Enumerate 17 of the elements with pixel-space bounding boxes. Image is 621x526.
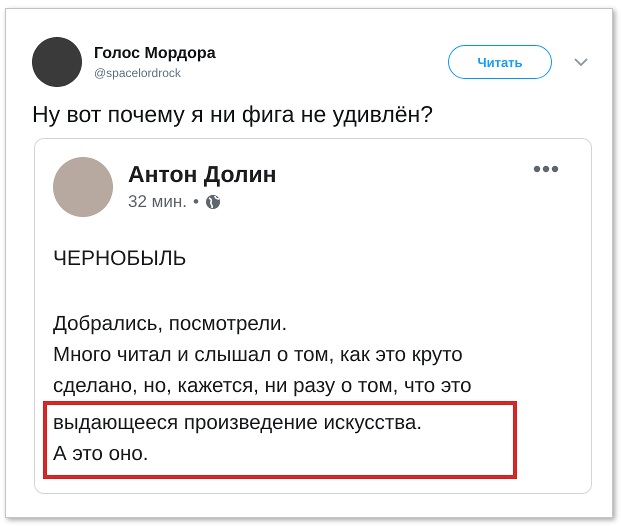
follow-button[interactable]: Читать xyxy=(448,45,552,79)
author-name[interactable]: Голос Мордора xyxy=(94,44,448,62)
separator-dot: • xyxy=(192,192,199,212)
more-icon xyxy=(533,165,559,173)
post-line: Добрались, посмотрели. xyxy=(53,311,288,337)
post-author-name: Антон Долин xyxy=(128,161,278,188)
author-handle[interactable]: @spacelordrock xyxy=(94,66,448,80)
post-line: сделано, но, кажется, ни разу о том, что это xyxy=(53,373,472,399)
post-line: А это оно. xyxy=(53,441,150,467)
post-title: ЧЕРНОБЫЛЬ xyxy=(53,247,188,271)
post-line: Много читал и слышал о том, как это круто xyxy=(53,342,464,368)
post-line: выдающееся произведение искусства. xyxy=(53,410,424,436)
globe-icon xyxy=(204,194,221,210)
avatar-placeholder xyxy=(32,37,82,87)
chevron-down-icon[interactable] xyxy=(574,58,588,66)
post-time: 32 мин. xyxy=(128,192,187,212)
tweet-text: Ну вот почему я ни фига не удивлён? xyxy=(32,101,434,128)
